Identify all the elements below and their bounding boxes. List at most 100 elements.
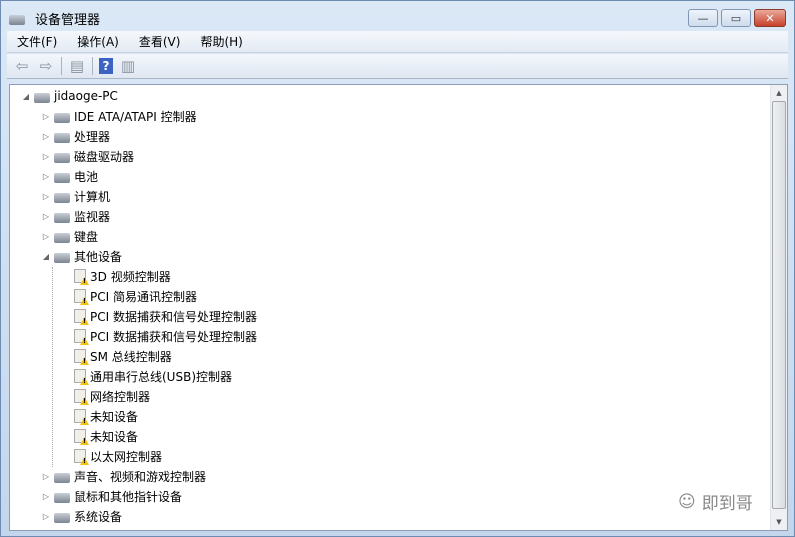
- tree-category[interactable]: ▷ 系统设备: [43, 506, 123, 526]
- warning-device-icon: [74, 349, 86, 363]
- tree-item-label: 磁盘驱动器: [74, 149, 135, 164]
- device-manager-window: 设备管理器 — ▭ ✕ 文件(F) 操作(A) 查看(V) 帮助(H) ⇦ ⇨ …: [0, 0, 795, 537]
- expand-arrow-icon[interactable]: ▷: [42, 192, 50, 201]
- tree-category[interactable]: ▷ 电池: [43, 166, 99, 186]
- device-category-icon: [54, 212, 70, 223]
- warning-device-icon: [74, 289, 86, 303]
- expand-arrow-icon[interactable]: ▷: [42, 512, 50, 521]
- tree-category[interactable]: ▷ 鼠标和其他指针设备: [43, 486, 182, 506]
- tree-root[interactable]: ◢ jidaoge-PC: [23, 86, 118, 106]
- tree-category[interactable]: ▷ 处理器: [43, 126, 111, 146]
- scrollbar-thumb[interactable]: [772, 101, 786, 509]
- device-category-icon: [54, 192, 70, 203]
- minimize-button[interactable]: —: [688, 9, 718, 27]
- vertical-scrollbar[interactable]: ▲ ▼: [770, 85, 787, 530]
- device-category-icon: [54, 232, 70, 243]
- tree-item-label: 电池: [74, 169, 99, 184]
- warning-device-icon: [74, 429, 86, 443]
- tree-device[interactable]: 3D 视频控制器: [74, 266, 171, 286]
- tree-category[interactable]: ▷ IDE ATA/ATAPI 控制器: [43, 106, 197, 126]
- warning-device-icon: [74, 389, 86, 403]
- tree-device[interactable]: PCI 数据捕获和信号处理控制器: [74, 326, 257, 346]
- tree-category[interactable]: ▷ 声音、视频和游戏控制器: [43, 466, 206, 486]
- tree-item-label: 系统设备: [74, 509, 123, 524]
- tree-item-label: SM 总线控制器: [90, 349, 172, 364]
- tree-device[interactable]: 通用串行总线(USB)控制器: [74, 366, 232, 386]
- expand-arrow-icon[interactable]: ▷: [42, 132, 50, 141]
- expand-arrow-icon[interactable]: ▷: [42, 232, 50, 241]
- watermark-text: 即到哥: [701, 494, 753, 514]
- toolbar-separator: [61, 57, 62, 75]
- tree-category[interactable]: ▷ 磁盘驱动器: [43, 146, 135, 166]
- tree-device[interactable]: SM 总线控制器: [74, 346, 172, 366]
- toolbar: ⇦ ⇨ ▤ ? ▥: [7, 54, 788, 79]
- tree-category[interactable]: ▷ 键盘: [43, 226, 99, 246]
- warning-device-icon: [74, 269, 86, 283]
- warning-device-icon: [74, 329, 86, 343]
- toolbar-separator: [92, 57, 93, 75]
- back-arrow-icon[interactable]: ⇦: [13, 57, 31, 75]
- tree-item-label: 键盘: [74, 229, 99, 244]
- maximize-button[interactable]: ▭: [721, 9, 751, 27]
- tree-device[interactable]: PCI 简易通讯控制器: [74, 286, 197, 306]
- warning-device-icon: [74, 309, 86, 323]
- collapse-arrow-icon[interactable]: ◢: [22, 92, 30, 101]
- menu-bar: 文件(F) 操作(A) 查看(V) 帮助(H): [7, 31, 788, 53]
- scroll-up-icon[interactable]: ▲: [771, 85, 787, 101]
- menu-file[interactable]: 文件(F): [7, 33, 67, 50]
- device-category-icon: [54, 172, 70, 183]
- tree-category[interactable]: ▷ 监视器: [43, 206, 111, 226]
- tree-device[interactable]: 网络控制器: [74, 386, 150, 406]
- tree-item-label: 处理器: [74, 129, 111, 144]
- expand-arrow-icon[interactable]: ▷: [42, 172, 50, 181]
- device-manager-icon: [9, 14, 25, 25]
- expand-arrow-icon[interactable]: ▷: [42, 112, 50, 121]
- expand-arrow-icon[interactable]: ▷: [42, 492, 50, 501]
- tree-item-label: 其他设备: [74, 249, 123, 264]
- device-category-icon: [54, 492, 70, 503]
- device-category-icon: [54, 472, 70, 483]
- tree-item-label: 计算机: [74, 189, 111, 204]
- tree-category[interactable]: ◢ 其他设备: [43, 246, 123, 266]
- tree-device[interactable]: 未知设备: [74, 426, 138, 446]
- tree-category[interactable]: ▷ 计算机: [43, 186, 111, 206]
- tree-item-label: 网络控制器: [90, 389, 151, 404]
- show-hide-console-tree-icon[interactable]: ▤: [68, 57, 86, 75]
- tree-item-label: 通用串行总线(USB)控制器: [90, 369, 232, 384]
- tree-item-label: PCI 数据捕获和信号处理控制器: [90, 329, 257, 344]
- tree-device[interactable]: 未知设备: [74, 406, 138, 426]
- tree-item-label: 未知设备: [90, 409, 139, 424]
- title-bar: 设备管理器: [9, 7, 100, 29]
- wechat-icon: ☺: [678, 491, 696, 512]
- help-icon[interactable]: ?: [99, 58, 113, 74]
- device-category-icon: [54, 132, 70, 143]
- warning-device-icon: [74, 369, 86, 383]
- close-button[interactable]: ✕: [754, 9, 786, 27]
- device-category-icon: [54, 512, 70, 523]
- expand-arrow-icon[interactable]: ▷: [42, 212, 50, 221]
- tree-device[interactable]: PCI 数据捕获和信号处理控制器: [74, 306, 257, 326]
- tree-guide-line: [52, 267, 53, 467]
- forward-arrow-icon[interactable]: ⇨: [37, 57, 55, 75]
- expand-arrow-icon[interactable]: ▷: [42, 472, 50, 481]
- collapse-arrow-icon[interactable]: ◢: [42, 252, 50, 261]
- tree-item-label: PCI 数据捕获和信号处理控制器: [90, 309, 257, 324]
- computer-icon: [34, 92, 50, 103]
- tree-device[interactable]: 以太网控制器: [74, 446, 162, 466]
- watermark: ☺ 即到哥: [678, 489, 753, 515]
- tree-item-label: IDE ATA/ATAPI 控制器: [74, 109, 197, 124]
- tree-item-label: 监视器: [74, 209, 111, 224]
- warning-device-icon: [74, 449, 86, 463]
- tree-item-label: 以太网控制器: [90, 449, 163, 464]
- tree-item-label: 3D 视频控制器: [90, 269, 171, 284]
- warning-device-icon: [74, 409, 86, 423]
- scroll-down-icon[interactable]: ▼: [771, 514, 787, 530]
- expand-arrow-icon[interactable]: ▷: [42, 152, 50, 161]
- menu-help[interactable]: 帮助(H): [190, 33, 252, 50]
- show-action-pane-icon[interactable]: ▥: [119, 57, 137, 75]
- device-category-icon: [54, 112, 70, 123]
- menu-view[interactable]: 查看(V): [129, 33, 191, 50]
- device-category-icon: [54, 252, 70, 263]
- menu-action[interactable]: 操作(A): [67, 33, 129, 50]
- tree-item-label: PCI 简易通讯控制器: [90, 289, 197, 304]
